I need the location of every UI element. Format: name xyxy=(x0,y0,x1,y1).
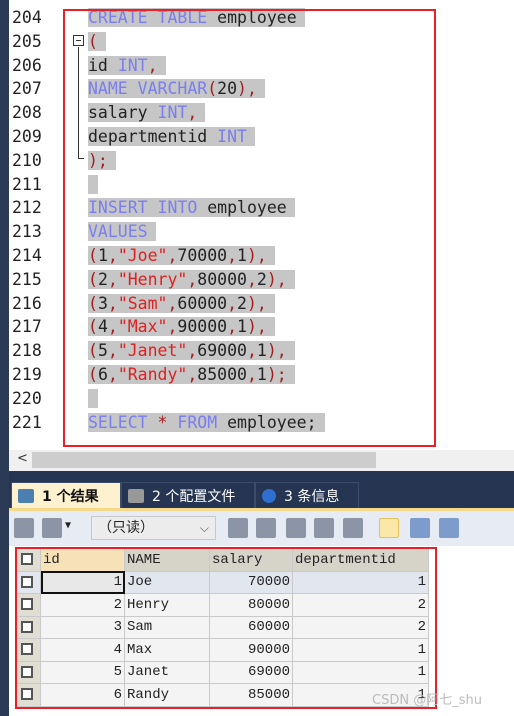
info-icon xyxy=(262,488,276,503)
line-number: 204 xyxy=(12,8,42,27)
tab-messages[interactable]: 3 条信息 xyxy=(255,482,359,508)
line-number: 211 xyxy=(12,174,42,194)
scroll-thumb[interactable] xyxy=(32,452,376,468)
line-number: 207 xyxy=(12,79,42,99)
tab-label: 1 个结果 xyxy=(42,488,99,505)
line-number: 210 xyxy=(12,150,42,170)
mode-select[interactable]: （只读） ⌵ xyxy=(91,516,216,540)
scroll-left-icon[interactable]: < xyxy=(17,451,28,466)
mode-select-value: （只读） xyxy=(98,520,154,536)
left-border xyxy=(0,0,9,716)
tab-label: 3 条信息 xyxy=(284,488,340,505)
dropdown-arrow-icon[interactable]: ▼ xyxy=(65,520,71,531)
line-number: 215 xyxy=(12,269,42,289)
line-number: 209 xyxy=(12,127,42,146)
grid-view-icon[interactable] xyxy=(379,518,399,538)
line-number: 214 xyxy=(12,246,42,265)
tab-label: 2 个配置文件 xyxy=(152,488,236,505)
line-number: 205 xyxy=(12,31,42,51)
line-number: 221 xyxy=(12,412,42,432)
save-icon[interactable] xyxy=(286,518,306,538)
export-icon[interactable] xyxy=(14,518,34,538)
line-number: 216 xyxy=(12,293,42,313)
tab-results[interactable]: 1 个结果 xyxy=(11,482,121,508)
highlight-box-editor xyxy=(63,9,436,447)
horizontal-scrollbar[interactable]: < xyxy=(9,450,514,471)
line-number: 208 xyxy=(12,103,42,123)
line-number: 217 xyxy=(12,317,42,337)
chevron-down-icon: ⌵ xyxy=(199,521,209,535)
line-number: 219 xyxy=(12,365,42,384)
profile-icon xyxy=(128,488,144,503)
result-grid-icon xyxy=(18,488,34,503)
import-icon[interactable] xyxy=(42,518,62,538)
watermark: CSDN @阿七_shu xyxy=(372,693,482,708)
delete-icon[interactable] xyxy=(314,518,334,538)
discard-icon[interactable] xyxy=(343,518,363,538)
line-number: 218 xyxy=(12,341,42,361)
line-number: 206 xyxy=(12,55,42,75)
result-toolbar: ▼ （只读） ⌵ xyxy=(9,511,514,546)
line-number: 213 xyxy=(12,222,42,242)
duplicate-row-icon[interactable] xyxy=(256,518,276,538)
tab-profiles[interactable]: 2 个配置文件 xyxy=(121,482,255,508)
form-view-icon[interactable] xyxy=(410,518,430,538)
line-number: 220 xyxy=(12,388,42,408)
add-row-icon[interactable] xyxy=(228,518,248,538)
highlight-box-grid xyxy=(15,547,437,709)
text-view-icon[interactable] xyxy=(439,518,459,538)
line-number: 212 xyxy=(12,198,42,218)
result-tabs: 1 个结果 2 个配置文件 3 条信息 xyxy=(9,471,514,511)
